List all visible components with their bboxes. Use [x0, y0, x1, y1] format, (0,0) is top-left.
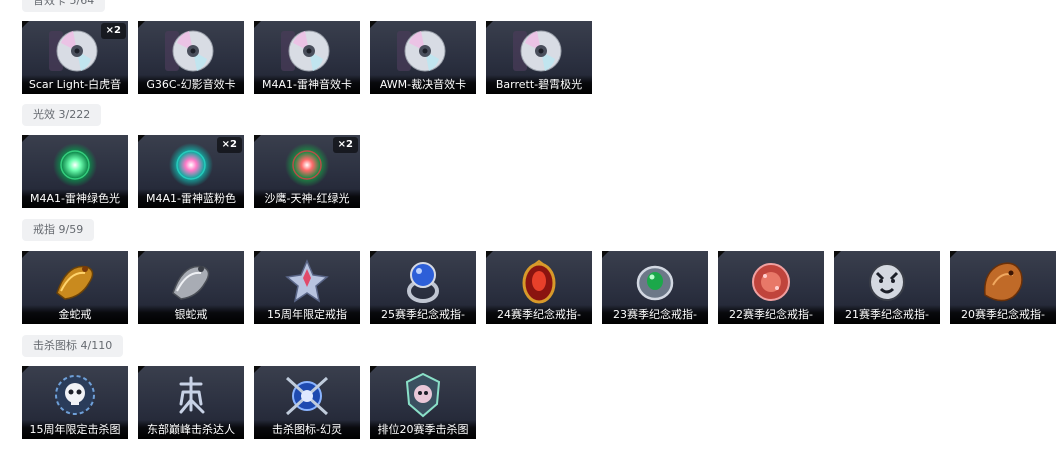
item-caption: 15周年限定戒指 — [254, 305, 360, 324]
red-dragon-ring-icon — [522, 259, 556, 304]
item-card[interactable]: 排位20赛季击杀图 — [370, 366, 476, 439]
item-grid-rings: 金蛇戒 银蛇戒 15周年限定戒指 25赛季纪念戒指- 24赛季纪念戒指- 23赛… — [22, 251, 1056, 324]
quantity-badge: ×2 — [216, 137, 242, 153]
red-ornate-ring-icon — [752, 263, 790, 301]
item-card[interactable]: 15周年限定击杀图 — [22, 366, 128, 439]
cd-disc-icon — [49, 30, 98, 72]
item-card[interactable]: M4A1-雷神绿色光 — [22, 135, 128, 208]
cd-disc-icon — [513, 30, 562, 72]
item-card[interactable]: 东部巅峰击杀达人 — [138, 366, 244, 439]
item-caption: 23赛季纪念戒指- — [602, 305, 708, 324]
item-card[interactable]: 击杀图标-幻灵 — [254, 366, 360, 439]
item-card[interactable]: 24赛季纪念戒指- — [486, 251, 592, 324]
silver-snake-ring-icon — [172, 265, 210, 300]
item-card[interactable]: 银蛇戒 — [138, 251, 244, 324]
item-caption: 击杀图标-幻灵 — [254, 420, 360, 439]
item-caption: 24赛季纪念戒指- — [486, 305, 592, 324]
item-caption: G36C-幻影音效卡 — [138, 75, 244, 94]
crystal-star-ring-icon — [285, 259, 329, 303]
item-grid-light-effects: M4A1-雷神绿色光 ×2 M4A1-雷神蓝粉色 ×2 沙鹰-天神-红绿光 — [22, 135, 360, 208]
item-caption: 排位20赛季击杀图 — [370, 420, 476, 439]
quantity-badge: ×2 — [100, 23, 126, 39]
item-caption: M4A1-雷神蓝粉色 — [138, 189, 244, 208]
item-caption: 银蛇戒 — [138, 305, 244, 324]
silver-tiger-ring-icon — [869, 263, 905, 301]
item-card[interactable]: 金蛇戒 — [22, 251, 128, 324]
blue-gem-ring-icon — [407, 262, 439, 303]
item-caption: M4A1-雷神音效卡 — [254, 75, 360, 94]
quantity-badge: ×2 — [332, 137, 358, 153]
section-label-light-effects: 光效 3/222 — [22, 104, 102, 126]
item-card[interactable]: 15周年限定戒指 — [254, 251, 360, 324]
section-label-sound-cards: 音效卡 5/64 — [22, 0, 106, 12]
item-caption: 东部巅峰击杀达人 — [138, 420, 244, 439]
item-caption: 22赛季纪念戒指- — [718, 305, 824, 324]
item-card[interactable]: 22赛季纪念戒指- — [718, 251, 824, 324]
item-caption: 20赛季纪念戒指- — [950, 305, 1056, 324]
item-caption: 21赛季纪念戒指- — [834, 305, 940, 324]
item-caption: 25赛季纪念戒指- — [370, 305, 476, 324]
green-gem-ring-icon — [636, 265, 674, 301]
item-caption: Scar Light-白虎音 — [22, 75, 128, 94]
teal-pink-glow-orb-icon — [169, 143, 213, 187]
item-caption: AWM-裁决音效卡 — [370, 75, 476, 94]
item-card[interactable]: 21赛季纪念戒指- — [834, 251, 940, 324]
item-card[interactable]: G36C-幻影音效卡 — [138, 21, 244, 94]
crossed-blades-emblem-icon — [285, 376, 329, 416]
item-caption: Barrett-碧霄极光 — [486, 75, 592, 94]
cd-disc-icon — [281, 30, 330, 72]
item-grid-kill-icons: 15周年限定击杀图 东部巅峰击杀达人 击杀图标-幻灵 排位20赛季击杀图 — [22, 366, 476, 439]
item-card[interactable]: ×2 沙鹰-天神-红绿光 — [254, 135, 360, 208]
item-card[interactable]: 25赛季纪念戒指- — [370, 251, 476, 324]
item-card[interactable]: Barrett-碧霄极光 — [486, 21, 592, 94]
item-card[interactable]: 20赛季纪念戒指- — [950, 251, 1056, 324]
cd-disc-icon — [165, 30, 214, 72]
item-card[interactable]: ×2 Scar Light-白虎音 — [22, 21, 128, 94]
item-caption: 沙鹰-天神-红绿光 — [254, 189, 360, 208]
gold-snake-ring-icon — [56, 265, 94, 300]
bronze-dragon-ring-icon — [984, 262, 1023, 302]
item-card[interactable]: AWM-裁决音效卡 — [370, 21, 476, 94]
item-caption: M4A1-雷神绿色光 — [22, 189, 128, 208]
item-caption: 15周年限定击杀图 — [22, 420, 128, 439]
item-card[interactable]: 23赛季纪念戒指- — [602, 251, 708, 324]
cd-disc-icon — [397, 30, 446, 72]
red-green-glow-orb-icon — [285, 143, 329, 187]
item-card[interactable]: ×2 M4A1-雷神蓝粉色 — [138, 135, 244, 208]
item-grid-sound-cards: ×2 Scar Light-白虎音 G36C-幻影音效卡 M4A1-雷神音效卡 — [22, 21, 592, 94]
section-label-rings: 戒指 9/59 — [22, 219, 95, 241]
calligraphy-emblem-icon — [179, 376, 205, 414]
item-card[interactable]: M4A1-雷神音效卡 — [254, 21, 360, 94]
shield-skull-emblem-icon — [405, 372, 441, 418]
green-glow-orb-icon — [53, 143, 97, 187]
skull-emblem-icon — [55, 375, 95, 415]
item-caption: 金蛇戒 — [22, 305, 128, 324]
section-label-kill-icons: 击杀图标 4/110 — [22, 335, 124, 357]
